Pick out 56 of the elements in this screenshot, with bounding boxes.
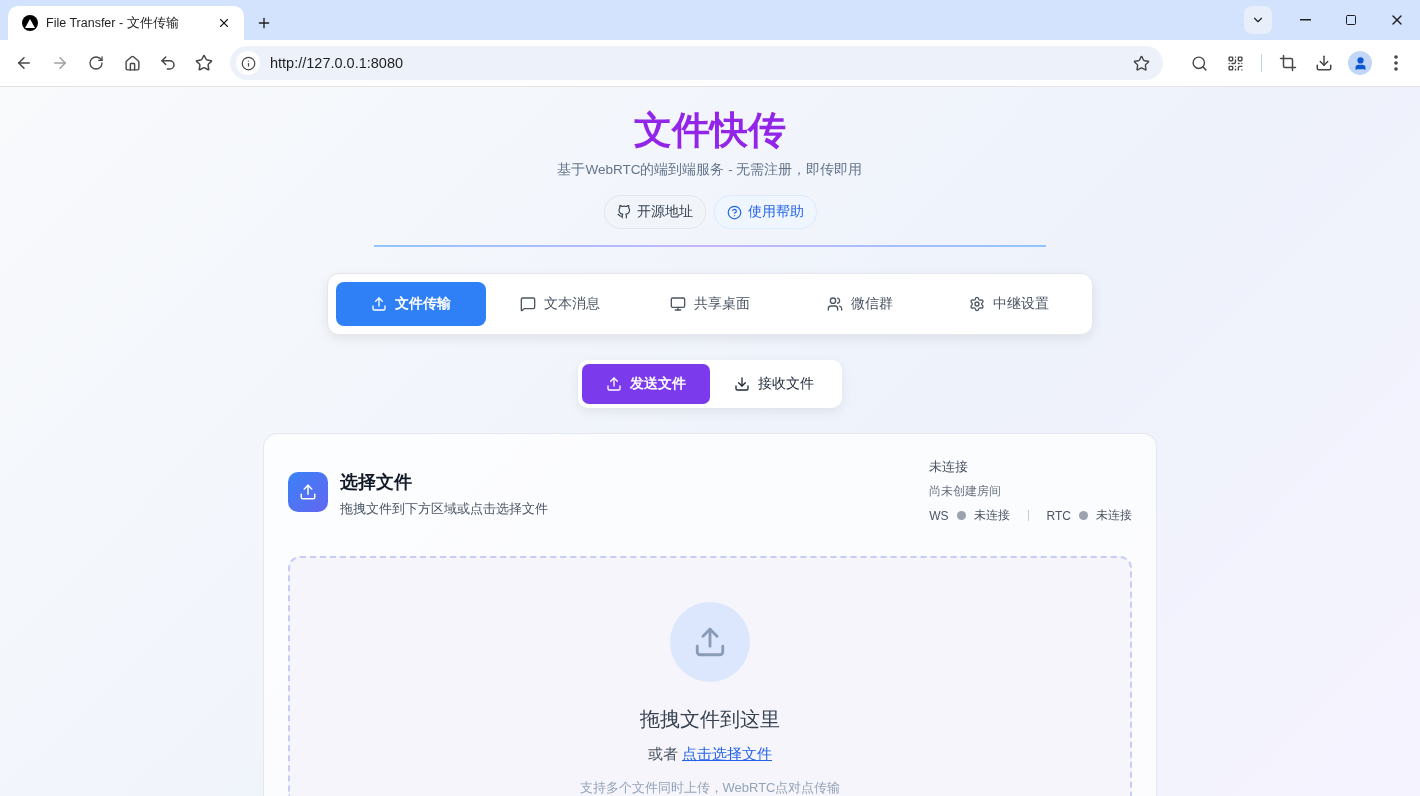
monitor-icon	[670, 296, 686, 312]
reload-icon	[88, 55, 104, 71]
home-icon	[123, 54, 141, 72]
forward-arrow-icon	[51, 54, 69, 72]
menu-icon	[1394, 55, 1398, 71]
room-status: 尚未创建房间	[929, 484, 1002, 499]
channel-name: RTC	[1046, 508, 1071, 523]
app-title: 文件快传	[634, 108, 786, 153]
select-files-link[interactable]: 点击选择文件	[682, 745, 772, 764]
tab-title: File Transfer - 文件传输	[46, 14, 180, 32]
nav-tab[interactable]: 共享桌面	[635, 282, 785, 326]
address-bar[interactable]: http://127.0.0.1:8080	[230, 46, 1163, 80]
search-icon	[1190, 54, 1208, 72]
qr-code-icon	[1226, 54, 1244, 72]
minimize-icon	[1299, 19, 1311, 21]
drop-zone[interactable]: 拖拽文件到这里 或者 点击选择文件 支持多个文件同时上传，WebRTC点对点传输	[288, 556, 1132, 796]
nav-tab[interactable]: 中继设置	[934, 282, 1084, 326]
help-icon	[726, 204, 742, 220]
browser-tab[interactable]: File Transfer - 文件传输	[8, 6, 244, 40]
header-link[interactable]: 开源地址	[603, 195, 706, 229]
drop-heading: 拖拽文件到这里	[640, 707, 780, 732]
star-icon	[1132, 54, 1150, 72]
nav-tab[interactable]: 微信群	[784, 282, 935, 326]
connection-status: 未连接	[929, 458, 969, 476]
app-subtitle: 基于WebRTC的端到端服务 - 无需注册，即传即用	[557, 161, 863, 179]
undo-icon	[159, 54, 177, 72]
channel-status: 未连接	[973, 507, 1010, 524]
channel-status: 未连接	[1096, 507, 1132, 524]
card-subtitle: 拖拽文件到下方区域或点击选择文件	[340, 500, 548, 518]
download-icon	[1315, 54, 1333, 72]
url-text: http://127.0.0.1:8080	[270, 55, 405, 71]
star-icon	[195, 54, 213, 72]
close-icon	[217, 16, 231, 30]
message-icon	[520, 296, 537, 312]
drop-hint: 支持多个文件同时上传，WebRTC点对点传输	[579, 780, 841, 796]
nav-tab[interactable]: 文件传输	[336, 282, 486, 326]
users-icon	[826, 296, 843, 312]
plus-icon	[256, 15, 272, 31]
mode-tab[interactable]: 接收文件	[710, 364, 838, 404]
upload-icon	[606, 376, 622, 392]
channel-name: WS	[929, 508, 949, 523]
maximize-icon	[1345, 14, 1357, 26]
triangle-logo-icon	[22, 15, 38, 31]
header-link[interactable]: 使用帮助	[713, 195, 817, 229]
card-title: 选择文件	[340, 471, 413, 494]
upload-icon	[288, 472, 328, 512]
info-icon	[236, 51, 260, 75]
crop-icon	[1279, 54, 1297, 72]
drop-prefix: 或者	[648, 745, 678, 764]
mode-tab[interactable]: 发送文件	[582, 364, 710, 404]
download-icon	[734, 376, 750, 392]
settings-icon	[969, 296, 986, 312]
person-icon	[1348, 51, 1372, 75]
upload-icon	[370, 296, 387, 312]
github-icon	[616, 205, 631, 219]
nav-tab[interactable]: 文本消息	[485, 282, 636, 326]
